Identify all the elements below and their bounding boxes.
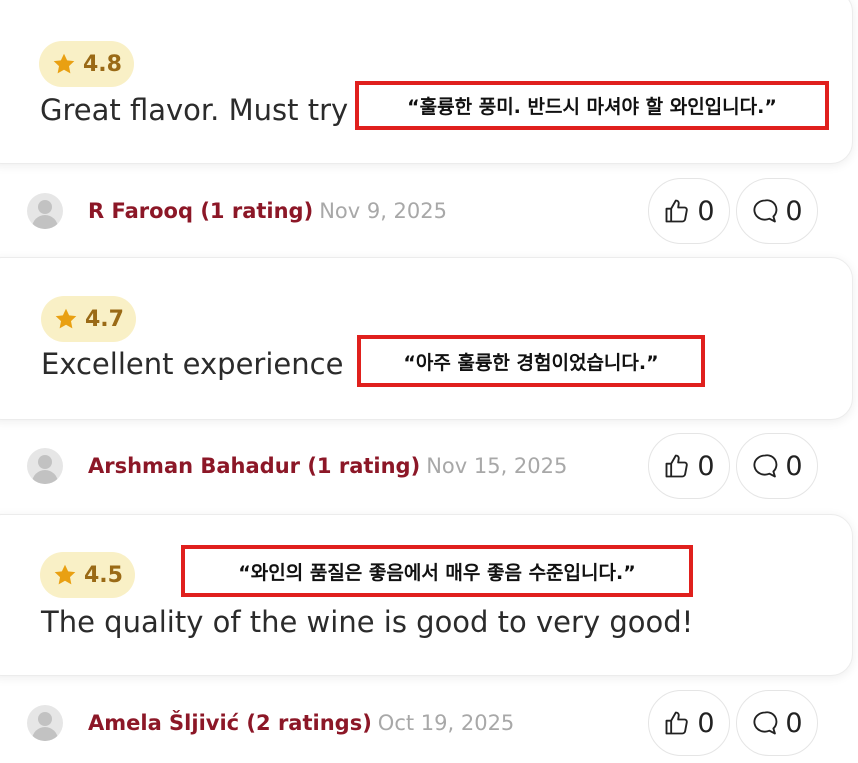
review-meta-row: R Farooq (1 rating) Nov 9, 2025 0 0 bbox=[0, 177, 858, 247]
author-name[interactable]: R Farooq (1 rating) bbox=[88, 199, 313, 223]
like-button[interactable]: 0 bbox=[648, 433, 730, 499]
translation-annotation: “와인의 품질은 좋음에서 매우 좋음 수준입니다.” bbox=[181, 545, 693, 597]
comment-button[interactable]: 0 bbox=[736, 433, 818, 499]
author-name[interactable]: Amela Šljivić (2 ratings) bbox=[88, 711, 372, 735]
avatar[interactable] bbox=[27, 705, 63, 741]
translation-annotation: “아주 훌륭한 경험이었습니다.” bbox=[357, 335, 705, 387]
avatar[interactable] bbox=[27, 448, 63, 484]
comment-button[interactable]: 0 bbox=[736, 690, 818, 756]
review-date: Nov 9, 2025 bbox=[319, 199, 448, 223]
like-count: 0 bbox=[697, 195, 715, 227]
review-date: Oct 19, 2025 bbox=[377, 711, 515, 735]
review-text: The quality of the wine is good to very … bbox=[41, 605, 694, 639]
like-count: 0 bbox=[697, 450, 715, 482]
thumbs-up-icon bbox=[665, 711, 689, 735]
like-count: 0 bbox=[697, 707, 715, 739]
star-icon bbox=[55, 308, 77, 329]
star-icon bbox=[54, 564, 76, 585]
comment-bubble-icon bbox=[753, 454, 778, 478]
rating-value: 4.7 bbox=[85, 306, 124, 332]
thumbs-up-icon bbox=[665, 454, 689, 478]
rating-value: 4.5 bbox=[84, 562, 123, 588]
like-button[interactable]: 0 bbox=[648, 690, 730, 756]
rating-value: 4.8 bbox=[83, 51, 122, 77]
review-date: Nov 15, 2025 bbox=[426, 454, 568, 478]
avatar[interactable] bbox=[27, 193, 63, 229]
review-text: Great flavor. Must try bbox=[40, 93, 349, 127]
star-icon bbox=[53, 53, 75, 74]
review-meta-row: Arshman Bahadur (1 rating) Nov 15, 2025 0… bbox=[0, 432, 858, 502]
author-link[interactable]: R Farooq (1 rating) Nov 9, 2025 bbox=[88, 199, 447, 223]
rating-badge: 4.7 bbox=[41, 296, 136, 342]
thumbs-up-icon bbox=[665, 199, 689, 223]
review-meta-row: Amela Šljivić (2 ratings) Oct 19, 2025 0 … bbox=[0, 689, 858, 759]
comment-count: 0 bbox=[785, 707, 803, 739]
rating-badge: 4.5 bbox=[40, 552, 135, 598]
author-link[interactable]: Amela Šljivić (2 ratings) Oct 19, 2025 bbox=[88, 711, 514, 735]
comment-bubble-icon bbox=[753, 711, 778, 735]
comment-button[interactable]: 0 bbox=[736, 178, 818, 244]
translation-annotation: “훌륭한 풍미. 반드시 마셔야 할 와인입니다.” bbox=[355, 81, 829, 130]
author-name[interactable]: Arshman Bahadur (1 rating) bbox=[88, 454, 420, 478]
comment-bubble-icon bbox=[753, 199, 778, 223]
rating-badge: 4.8 bbox=[39, 41, 134, 87]
review-text: Excellent experience bbox=[41, 347, 344, 381]
like-button[interactable]: 0 bbox=[648, 178, 730, 244]
comment-count: 0 bbox=[785, 195, 803, 227]
author-link[interactable]: Arshman Bahadur (1 rating) Nov 15, 2025 bbox=[88, 454, 567, 478]
comment-count: 0 bbox=[785, 450, 803, 482]
